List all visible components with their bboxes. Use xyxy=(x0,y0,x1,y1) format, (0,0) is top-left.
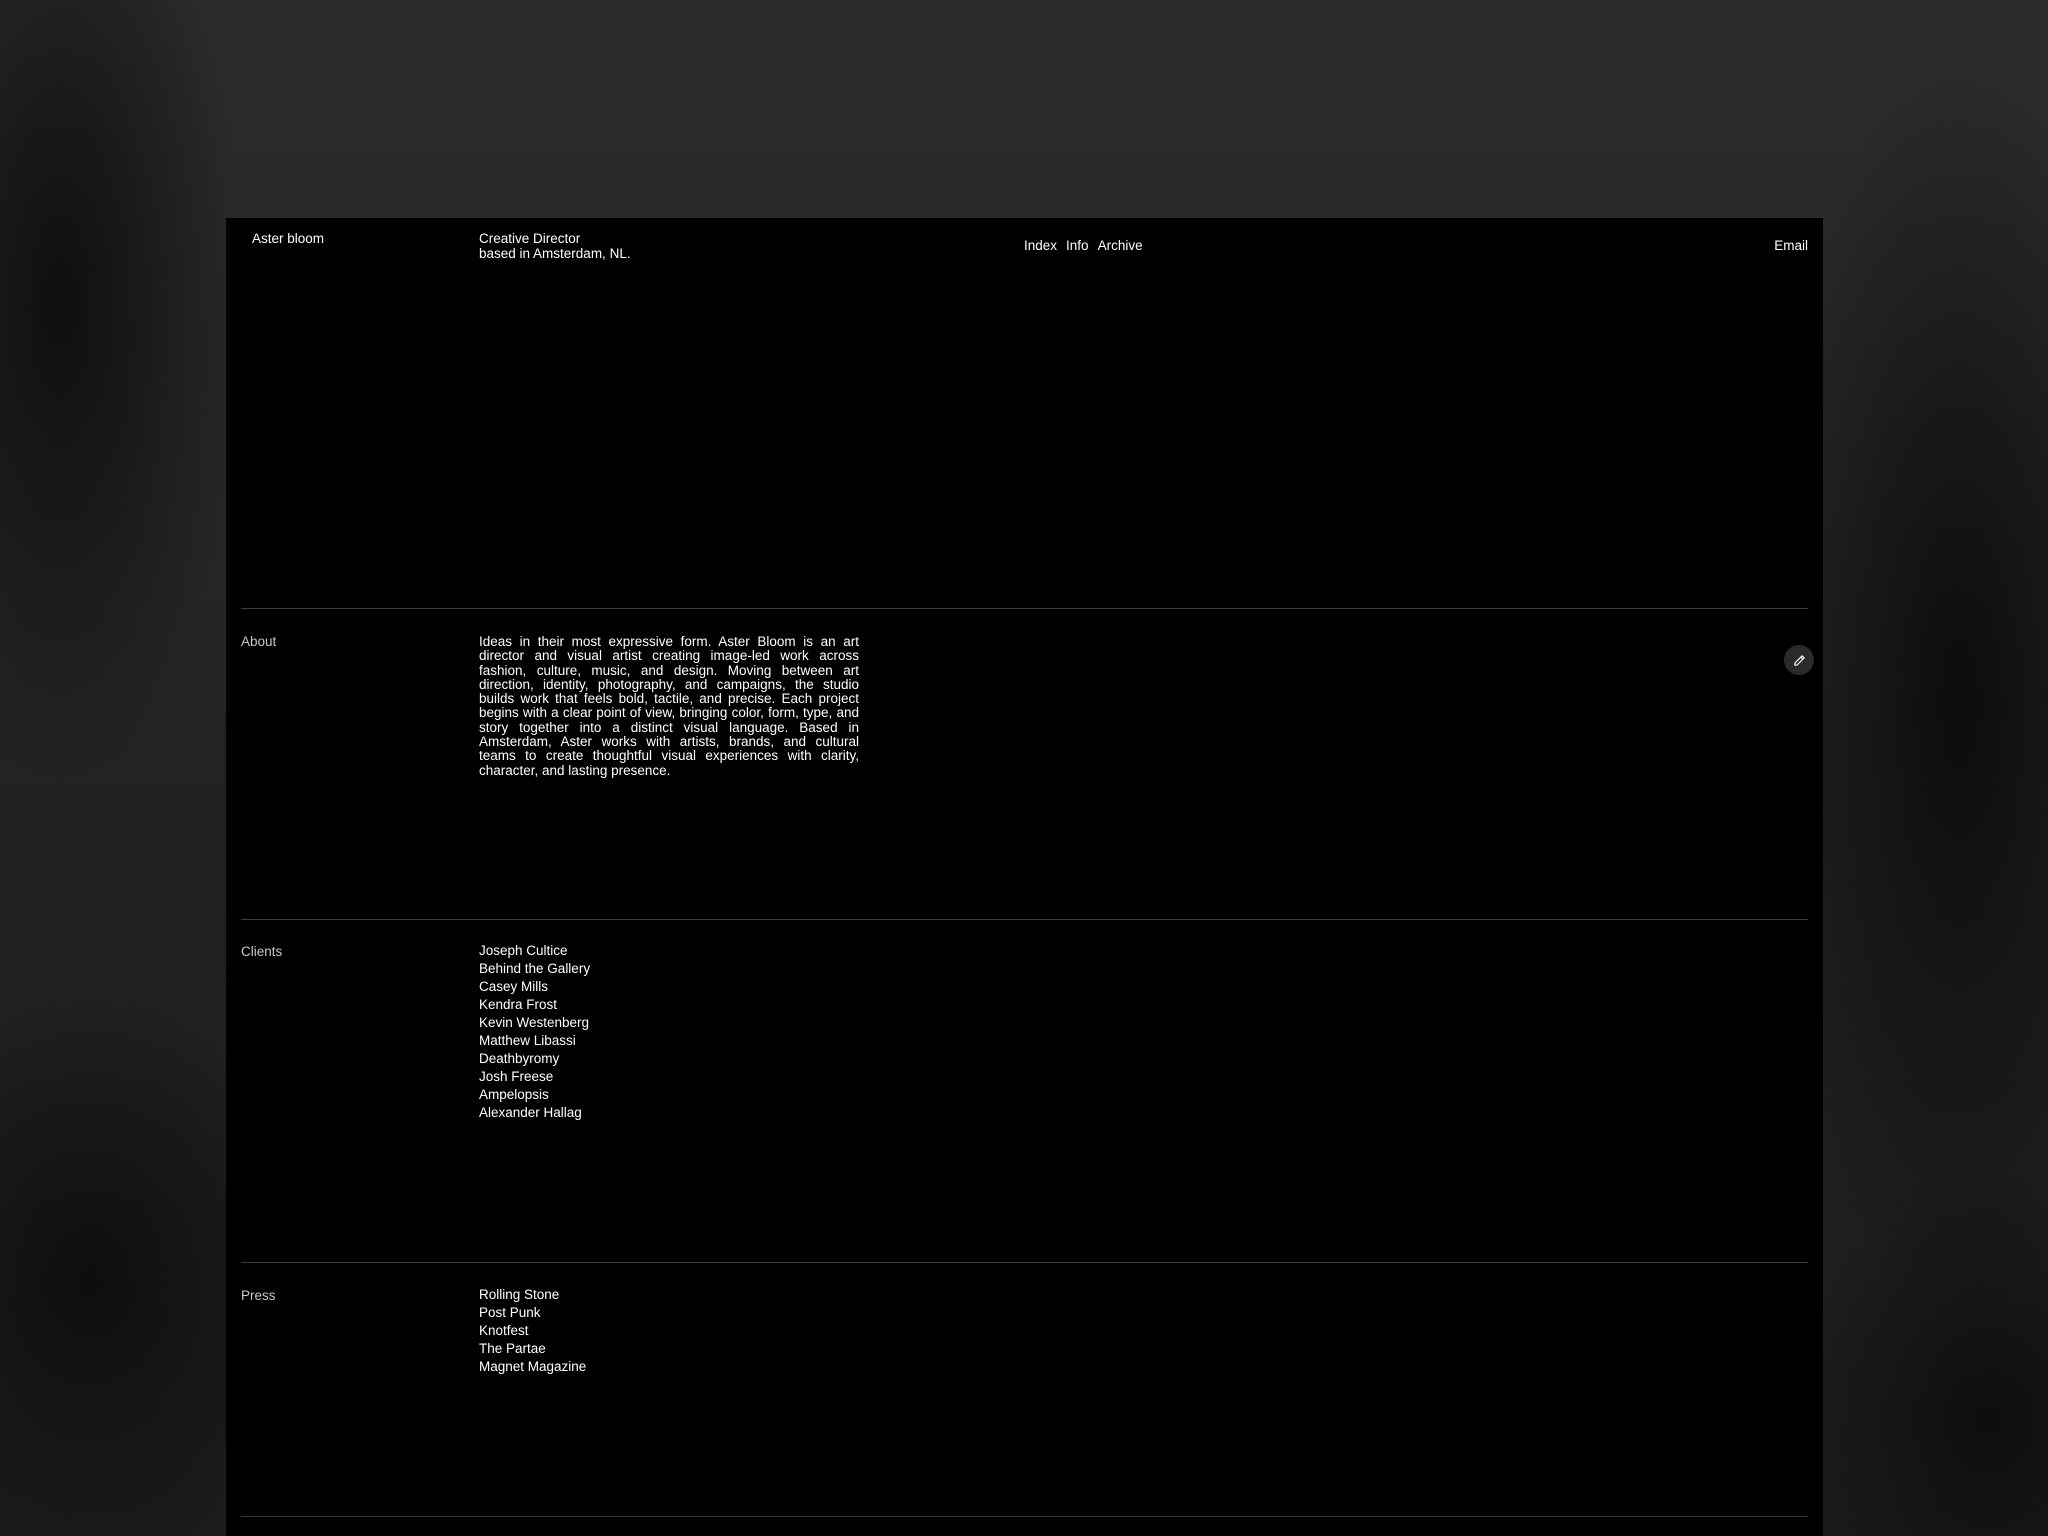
list-item: Kendra Frost xyxy=(479,997,558,1012)
list-item: The Partae xyxy=(479,1341,546,1356)
divider xyxy=(241,1516,1808,1517)
section-label-clients: Clients xyxy=(241,944,283,959)
press-list: Rolling Stone Post Punk Knotfest The Par… xyxy=(479,1286,586,1376)
list-item: Casey Mills xyxy=(479,979,549,994)
section-label-press: Press xyxy=(241,1288,276,1303)
list-item: Josh Freese xyxy=(479,1069,554,1084)
list-item: Behind the Gallery xyxy=(479,961,591,976)
list-item: Magnet Magazine xyxy=(479,1359,587,1374)
role-location: based in Amsterdam, NL. xyxy=(479,245,631,261)
main-nav: Index Info Archive xyxy=(1024,238,1143,254)
list-item: Joseph Cultice xyxy=(479,943,568,958)
list-item: Knotfest xyxy=(479,1323,529,1338)
divider xyxy=(241,919,1808,920)
email-link[interactable]: Email xyxy=(1774,238,1808,254)
pencil-icon xyxy=(1793,654,1806,667)
content-panel: Aster bloom Creative Director based in A… xyxy=(226,218,1823,1536)
about-text: Ideas in their most expressive form. Ast… xyxy=(479,634,859,778)
clients-list: Joseph Cultice Behind the Gallery Casey … xyxy=(479,942,590,1122)
divider xyxy=(241,1262,1808,1263)
list-item: Deathbyromy xyxy=(479,1051,560,1066)
nav-info[interactable]: Info xyxy=(1066,238,1089,254)
section-label-about: About xyxy=(241,634,277,649)
edit-button[interactable] xyxy=(1784,645,1814,675)
brand-name[interactable]: Aster bloom xyxy=(252,231,324,247)
list-item: Post Punk xyxy=(479,1305,541,1320)
divider xyxy=(241,608,1808,609)
nav-index[interactable]: Index xyxy=(1024,238,1057,254)
nav-archive[interactable]: Archive xyxy=(1098,238,1143,254)
list-item: Alexander Hallag xyxy=(479,1105,582,1120)
list-item: Ampelopsis xyxy=(479,1087,549,1102)
list-item: Matthew Libassi xyxy=(479,1033,576,1048)
list-item: Kevin Westenberg xyxy=(479,1015,590,1030)
list-item: Rolling Stone xyxy=(479,1287,560,1302)
role-description: Creative Director based in Amsterdam, NL… xyxy=(479,231,631,261)
role-title: Creative Director xyxy=(479,231,581,246)
